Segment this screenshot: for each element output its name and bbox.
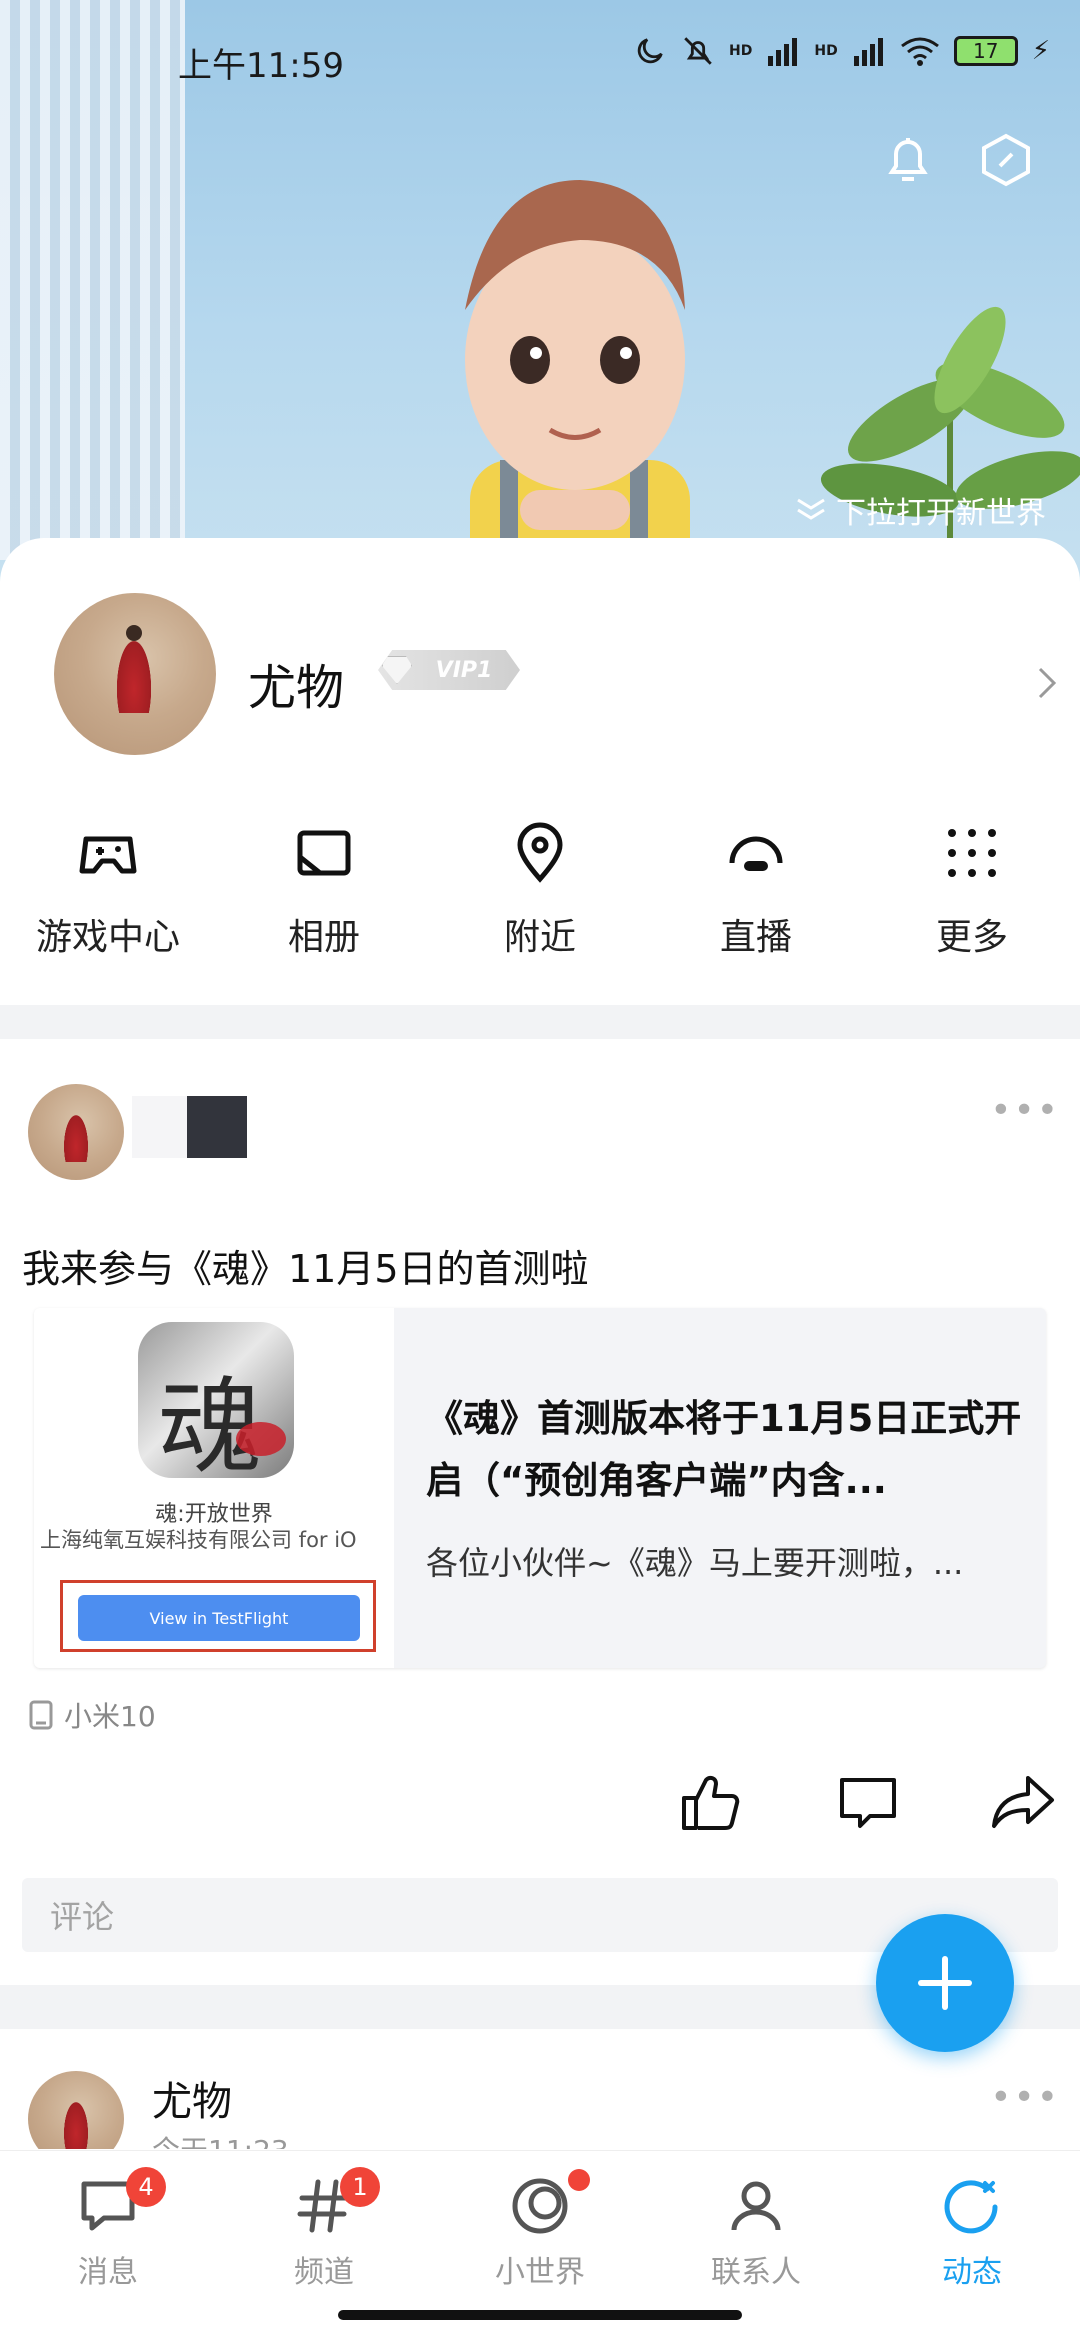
link-preview-card[interactable]: 魂 魂:开放世界 上海纯氧互娱科技有限公司 for iO View in Tes… xyxy=(34,1308,1046,1668)
profile-avatar[interactable] xyxy=(54,593,216,755)
avatar-figure xyxy=(114,633,154,713)
shortcut-label: 直播 xyxy=(719,917,792,958)
signal-2-icon xyxy=(853,38,883,66)
tab-messages[interactable]: 4 消息 xyxy=(8,2167,208,2291)
photo-album-icon xyxy=(297,830,351,876)
tab-label: 消息 xyxy=(78,2255,138,2290)
tab-contacts[interactable]: 联系人 xyxy=(656,2171,856,2291)
shortcut-album[interactable]: 相册 xyxy=(234,818,414,960)
moon-icon xyxy=(637,38,663,64)
shortcut-more[interactable]: 更多 xyxy=(882,818,1062,960)
header-banner[interactable]: 上午11:59 HD HD 17 ⚡ 下拉打开新世界 xyxy=(0,0,1080,600)
shortcut-label: 游戏中心 xyxy=(35,917,180,958)
bell-muted-icon xyxy=(684,37,712,65)
settings-hexagon-icon[interactable] xyxy=(976,130,1036,190)
post-author-name[interactable]: 尤物 xyxy=(152,2069,232,2127)
shortcut-row: 游戏中心 相册 附近 直播 更多 xyxy=(0,818,1080,978)
shortcut-label: 附近 xyxy=(503,917,576,958)
avatar-figure xyxy=(62,1110,90,1162)
signal-1-icon xyxy=(768,38,798,66)
post-time: 今天11:23 xyxy=(152,2129,289,2149)
comment-placeholder: 评论 xyxy=(50,1898,115,1936)
shortcut-nearby[interactable]: 附近 xyxy=(450,818,630,960)
status-icons: HD HD 17 ⚡ xyxy=(633,34,1050,68)
tab-label: 频道 xyxy=(294,2255,354,2290)
post-author-avatar[interactable] xyxy=(28,1084,124,1180)
hd-signal-2: HD xyxy=(814,43,837,59)
app-icon-char: 魂 xyxy=(158,1366,263,1478)
unread-badge: 1 xyxy=(340,2167,380,2207)
profile-name[interactable]: 尤物 xyxy=(248,648,344,718)
plus-icon xyxy=(918,1956,972,2010)
double-chevron-down-icon xyxy=(797,498,825,520)
shortcut-live[interactable]: 直播 xyxy=(666,818,846,960)
avatar-figure-head xyxy=(126,625,142,641)
post-author-name-redacted xyxy=(132,1096,247,1158)
location-pin-icon xyxy=(517,822,563,883)
link-description: 各位小伙伴~《魂》马上要开测啦，... xyxy=(426,1544,964,1582)
post-author-avatar[interactable] xyxy=(28,2071,124,2149)
avatar-figure xyxy=(62,2097,90,2149)
app-icon: 魂 xyxy=(138,1322,294,1478)
testflight-button: View in TestFlight xyxy=(78,1595,360,1641)
post-more-icon[interactable]: ••• xyxy=(990,2077,1060,2118)
device-name: 小米10 xyxy=(64,1700,156,1733)
unread-badge: 4 xyxy=(126,2167,166,2207)
tab-label: 动态 xyxy=(942,2255,1002,2290)
wifi-icon xyxy=(900,37,939,66)
avatar-3d-character xyxy=(465,180,690,580)
post-more-icon[interactable]: ••• xyxy=(990,1090,1060,1131)
share-icon[interactable] xyxy=(990,1770,1056,1834)
link-title: 《魂》首测版本将于11月5日正式开启（“预创角客户端”内含... xyxy=(426,1397,1022,1502)
tab-moments[interactable]: 动态 xyxy=(872,2171,1072,2291)
create-post-button[interactable] xyxy=(876,1914,1014,2052)
section-divider xyxy=(0,1005,1080,1039)
charging-icon: ⚡ xyxy=(1031,36,1050,66)
new-dot-indicator xyxy=(568,2169,590,2191)
vip-label: VIP1 xyxy=(435,657,493,683)
notification-bell-icon[interactable] xyxy=(878,130,938,190)
live-icon xyxy=(729,836,783,871)
contacts-icon xyxy=(731,2181,781,2231)
comment-icon[interactable] xyxy=(836,1770,900,1834)
background-stripes xyxy=(0,0,185,560)
battery-indicator: 17 xyxy=(953,36,1018,66)
shortcut-game-center[interactable]: 游戏中心 xyxy=(18,818,198,960)
chevron-right-icon[interactable] xyxy=(1036,663,1060,703)
post-text: 我来参与《魂》11月5日的首测啦 xyxy=(22,1247,589,1291)
shortcut-label: 更多 xyxy=(935,917,1008,958)
tab-small-world[interactable]: 小世界 xyxy=(440,2169,640,2291)
link-thumbnail: 魂 魂:开放世界 上海纯氧互娱科技有限公司 for iO View in Tes… xyxy=(34,1308,394,1668)
phone-icon xyxy=(29,1700,53,1730)
battery-level: 17 xyxy=(973,39,999,63)
tab-label: 联系人 xyxy=(711,2255,801,2290)
like-icon[interactable] xyxy=(678,1770,742,1834)
device-tag: 小米10 xyxy=(28,1695,156,1735)
small-world-icon xyxy=(512,2178,568,2234)
hd-signal-1: HD xyxy=(729,43,752,59)
network-2-label: HD xyxy=(814,43,838,59)
home-indicator[interactable] xyxy=(338,2310,742,2320)
feed-post: 尤物 今天11:23 ••• xyxy=(0,2029,1080,2149)
more-grid-icon xyxy=(948,829,996,877)
network-1-label: HD xyxy=(729,43,753,59)
pull-down-hint: 下拉打开新世界 xyxy=(794,488,1046,532)
thumb-company: 上海纯氧互娱科技有限公司 for iO xyxy=(40,1528,357,1552)
status-time: 上午11:59 xyxy=(178,46,344,86)
moments-icon xyxy=(944,2180,998,2234)
tab-channel[interactable]: 1 频道 xyxy=(224,2167,424,2291)
shortcut-label: 相册 xyxy=(287,917,360,958)
gamepad-icon xyxy=(79,836,137,874)
pull-hint-text: 下拉打开新世界 xyxy=(836,496,1046,531)
tab-label: 小世界 xyxy=(495,2255,585,2290)
